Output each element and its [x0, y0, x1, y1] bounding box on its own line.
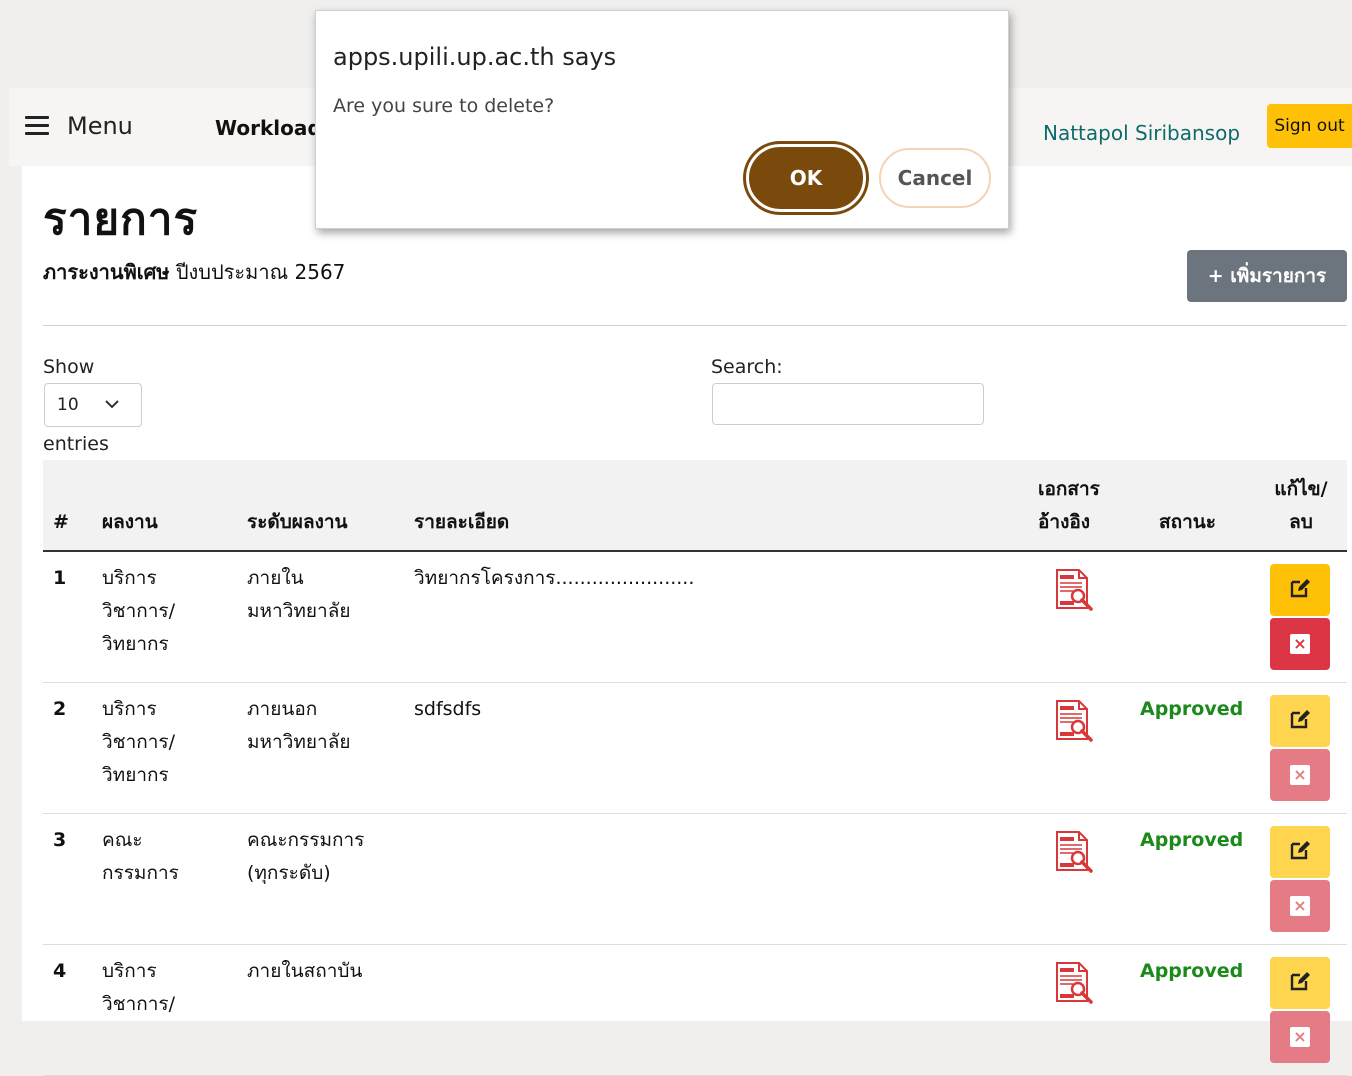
header-work[interactable]: ผลงาน — [102, 506, 158, 539]
edit-button[interactable] — [1270, 564, 1330, 616]
row-work: บริการ วิชาการ/ — [102, 960, 176, 1015]
menu-label: Menu — [67, 112, 133, 140]
table-header: # ผลงาน ระดับผลงาน รายละเอียด เอกสาร อ้าง… — [43, 460, 1347, 552]
main-content: รายการ ภาระงานพิเศษ ปีงบประมาณ 2567 + เพ… — [22, 166, 1352, 1076]
row-work: บริการ วิชาการ/วิทยากร — [102, 698, 176, 786]
status-badge: Approved — [1140, 698, 1244, 720]
header-num[interactable]: # — [53, 506, 69, 539]
status-badge: Approved — [1140, 829, 1244, 851]
pdf-search-icon[interactable] — [1051, 961, 1097, 1005]
nav-link-workload[interactable]: Workload — [215, 116, 322, 140]
row-level: ภายในสถาบัน — [247, 960, 363, 982]
close-icon: × — [1290, 896, 1310, 916]
table-row: 1 บริการ วิชาการ/วิทยากร ภายใน มหาวิทยาลัย วิ… — [43, 552, 1347, 683]
close-icon: × — [1290, 765, 1310, 785]
hamburger-icon — [25, 116, 49, 136]
header-level[interactable]: ระดับผลงาน — [247, 506, 348, 539]
subtitle-category: ภาระงานพิเศษ — [43, 260, 170, 284]
row-work: คณะ กรรมการ — [102, 829, 179, 884]
pdf-search-icon[interactable] — [1051, 699, 1097, 743]
pdf-search-icon[interactable] — [1051, 830, 1097, 874]
page-length-value: 10 — [57, 395, 79, 415]
dialog-title: apps.upili.up.ac.th says — [333, 43, 617, 71]
header-edit-delete[interactable]: แก้ไข/ลบ — [1271, 473, 1331, 539]
search-label: Search: — [711, 356, 783, 378]
signout-button[interactable]: Sign out — [1267, 104, 1352, 148]
close-icon: × — [1290, 634, 1310, 654]
entries-label: entries — [43, 433, 109, 455]
edit-button[interactable] — [1270, 957, 1330, 1009]
table-row: 3 คณะ กรรมการ คณะกรรมการ (ทุกระดับ) Approved × — [43, 814, 1347, 945]
row-number: 3 — [53, 829, 67, 851]
show-label: Show — [43, 356, 95, 378]
edit-icon — [1288, 707, 1312, 735]
delete-button[interactable]: × — [1270, 618, 1330, 670]
pdf-search-icon[interactable] — [1051, 568, 1097, 612]
divider — [43, 325, 1347, 326]
page-length-select[interactable]: 10 — [44, 383, 142, 427]
delete-button[interactable]: × — [1270, 1011, 1330, 1063]
add-item-button[interactable]: + เพิ่มรายการ — [1187, 250, 1347, 302]
delete-button[interactable]: × — [1270, 880, 1330, 932]
cancel-button[interactable]: Cancel — [879, 148, 991, 208]
row-number: 4 — [53, 960, 67, 982]
header-status[interactable]: สถานะ — [1159, 506, 1216, 539]
subtitle-fiscal-year: ปีงบประมาณ 2567 — [169, 260, 346, 284]
header-detail[interactable]: รายละเอียด — [414, 506, 509, 539]
confirm-dialog: apps.upili.up.ac.th says Are you sure to… — [315, 10, 1009, 229]
table-row: 2 บริการ วิชาการ/วิทยากร ภายนอก มหาวิทยาลัย s… — [43, 683, 1347, 814]
edit-icon — [1288, 576, 1312, 604]
delete-button[interactable]: × — [1270, 749, 1330, 801]
row-level: คณะกรรมการ (ทุกระดับ) — [247, 829, 365, 884]
row-level: ภายใน มหาวิทยาลัย — [247, 567, 351, 622]
table-row: 4 บริการ วิชาการ/ภายในสถาบัน Approved × — [43, 945, 1347, 1076]
row-detail: sdfsdfs — [414, 698, 482, 720]
chevron-down-icon — [103, 390, 121, 423]
row-number: 2 — [53, 698, 67, 720]
edit-button[interactable] — [1270, 695, 1330, 747]
search-input[interactable] — [712, 383, 984, 425]
row-work: บริการ วิชาการ/วิทยากร — [102, 567, 176, 655]
close-icon: × — [1290, 1027, 1310, 1047]
items-table: # ผลงาน ระดับผลงาน รายละเอียด เอกสาร อ้าง… — [43, 460, 1347, 1076]
row-level: ภายนอก มหาวิทยาลัย — [247, 698, 351, 753]
edit-icon — [1288, 969, 1312, 997]
row-number: 1 — [53, 567, 67, 589]
edit-button[interactable] — [1270, 826, 1330, 878]
header-doc[interactable]: เอกสาร อ้างอิง — [1038, 473, 1100, 539]
menu-button[interactable]: Menu — [25, 112, 133, 140]
page-title: รายการ — [43, 194, 199, 245]
row-detail: วิทยากรโครงการ....................... — [414, 567, 695, 589]
dialog-message: Are you sure to delete? — [333, 95, 555, 117]
status-badge: Approved — [1140, 960, 1244, 982]
page-subtitle: ภาระงานพิเศษ ปีงบประมาณ 2567 — [43, 256, 345, 288]
ok-button[interactable]: OK — [746, 144, 866, 212]
edit-icon — [1288, 838, 1312, 866]
user-name[interactable]: Nattapol Siribansop — [1043, 121, 1240, 145]
